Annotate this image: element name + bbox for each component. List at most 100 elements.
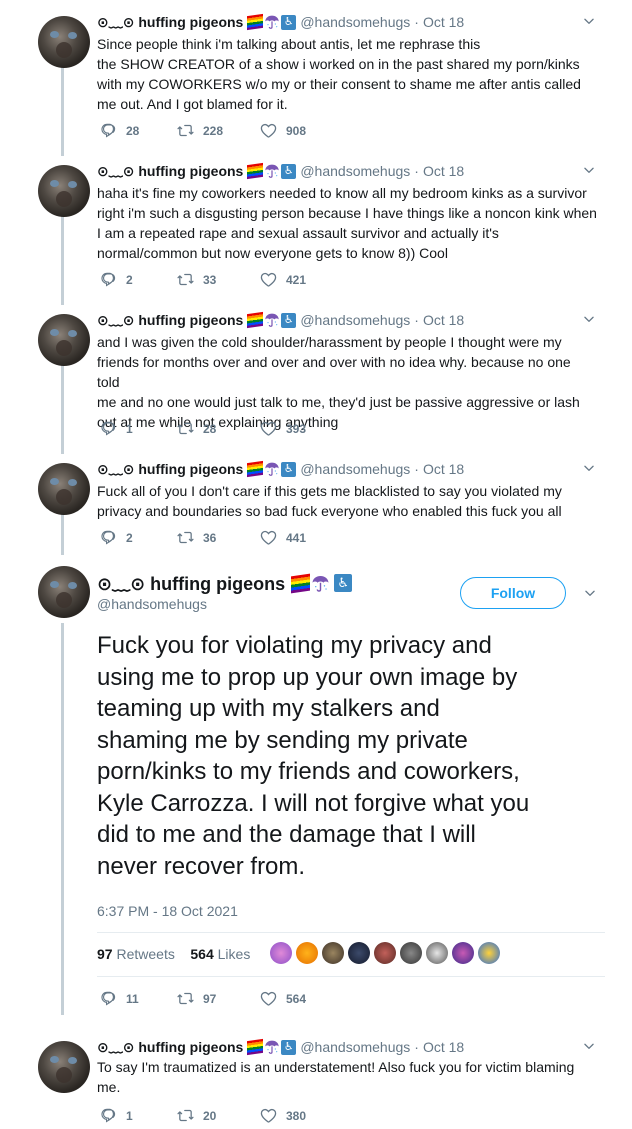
tweet-actions: 2 36 441 bbox=[100, 529, 360, 549]
tweet-date[interactable]: Oct 18 bbox=[423, 1039, 464, 1055]
separator-dot: · bbox=[414, 163, 419, 179]
reply-icon bbox=[100, 271, 117, 288]
tweet-header: ⊙﹏⊙ huffing pigeons ♿ @handsomehugs · Oc… bbox=[97, 161, 464, 181]
reply-icon bbox=[100, 1107, 117, 1124]
like-button[interactable]: 441 bbox=[260, 529, 306, 546]
chevron-down-icon[interactable] bbox=[582, 312, 596, 326]
retweet-button[interactable]: 20 bbox=[177, 1107, 216, 1124]
rainbow-flag-icon bbox=[247, 460, 264, 478]
retweet-icon bbox=[177, 420, 194, 437]
rainbow-flag-icon bbox=[247, 162, 264, 180]
handle[interactable]: @handsomehugs bbox=[300, 14, 410, 30]
reply-button[interactable]: 11 bbox=[100, 990, 139, 1007]
liker-avatar[interactable] bbox=[348, 942, 370, 964]
liker-avatar[interactable] bbox=[478, 942, 500, 964]
liker-avatar[interactable] bbox=[374, 942, 396, 964]
liker-avatar[interactable] bbox=[452, 942, 474, 964]
chevron-down-icon[interactable] bbox=[582, 163, 596, 177]
wheelchair-icon: ♿ bbox=[281, 1039, 297, 1055]
umbrella-icon bbox=[264, 312, 280, 328]
tweet-text: Since people think i'm talking about ant… bbox=[97, 36, 581, 112]
avatar[interactable] bbox=[38, 16, 90, 68]
tweet-date[interactable]: Oct 18 bbox=[423, 461, 464, 477]
handle[interactable]: @handsomehugs bbox=[97, 596, 207, 612]
rainbow-flag-icon bbox=[247, 311, 264, 329]
tweet-actions: 2 33 421 bbox=[100, 271, 360, 291]
thread-line bbox=[61, 66, 64, 156]
retweet-button[interactable]: 33 bbox=[177, 271, 216, 288]
like-button[interactable]: 908 bbox=[260, 122, 306, 139]
chevron-down-icon[interactable] bbox=[582, 461, 596, 475]
tweet-timestamp[interactable]: 6:37 PM - 18 Oct 2021 bbox=[97, 903, 238, 919]
liker-avatar[interactable] bbox=[296, 942, 318, 964]
retweet-button[interactable]: 28 bbox=[177, 420, 216, 437]
handle[interactable]: @handsomehugs bbox=[300, 312, 410, 328]
handle[interactable]: @handsomehugs bbox=[300, 461, 410, 477]
retweet-icon bbox=[177, 122, 194, 139]
retweet-icon bbox=[177, 1107, 194, 1124]
tweet-text: haha it's fine my coworkers needed to kn… bbox=[97, 185, 597, 261]
chevron-down-icon[interactable] bbox=[582, 1039, 596, 1053]
divider bbox=[97, 932, 605, 933]
avatar[interactable] bbox=[38, 314, 90, 366]
reply-button[interactable]: 1 bbox=[100, 1107, 133, 1124]
wheelchair-icon: ♿ bbox=[281, 461, 297, 477]
handle[interactable]: @handsomehugs bbox=[300, 163, 410, 179]
likes-stat[interactable]: 564 Likes bbox=[190, 946, 250, 962]
tweet-text: To say I'm traumatized is an understatem… bbox=[97, 1059, 575, 1095]
name-emoji: ♿ bbox=[247, 311, 297, 329]
like-button[interactable]: 393 bbox=[260, 420, 306, 437]
retweet-button[interactable]: 97 bbox=[177, 990, 216, 1007]
tweet-actions: 11 97 564 bbox=[100, 990, 360, 1010]
like-button[interactable]: 564 bbox=[260, 990, 306, 1007]
retweet-button[interactable]: 36 bbox=[177, 529, 216, 546]
liker-avatar[interactable] bbox=[426, 942, 448, 964]
like-button[interactable]: 421 bbox=[260, 271, 306, 288]
umbrella-icon bbox=[311, 574, 330, 593]
separator-dot: · bbox=[414, 461, 419, 477]
display-name[interactable]: ⊙﹏⊙ huffing pigeons bbox=[97, 1037, 243, 1057]
chevron-down-icon[interactable] bbox=[583, 586, 597, 600]
display-name[interactable]: ⊙﹏⊙ huffing pigeons bbox=[97, 570, 285, 596]
reply-button[interactable]: 2 bbox=[100, 271, 133, 288]
tweet-date[interactable]: Oct 18 bbox=[423, 312, 464, 328]
wheelchair-icon: ♿ bbox=[281, 163, 297, 179]
tweet-header: ⊙﹏⊙ huffing pigeons ♿ @handsomehugs · Oc… bbox=[97, 1037, 464, 1057]
reply-button[interactable]: 2 bbox=[100, 529, 133, 546]
liker-avatar[interactable] bbox=[270, 942, 292, 964]
thread-line bbox=[61, 513, 64, 555]
tweet-header: ⊙﹏⊙ huffing pigeons ♿ @handsomehugs · Oc… bbox=[97, 459, 464, 479]
wheelchair-icon: ♿ bbox=[281, 14, 297, 30]
handle[interactable]: @handsomehugs bbox=[300, 1039, 410, 1055]
avatar[interactable] bbox=[38, 165, 90, 217]
retweets-stat[interactable]: 97 Retweets bbox=[97, 946, 175, 962]
rainbow-flag-icon bbox=[291, 573, 311, 593]
retweet-button[interactable]: 228 bbox=[177, 122, 223, 139]
name-emoji: ♿ bbox=[247, 162, 297, 180]
avatar[interactable] bbox=[38, 566, 90, 618]
display-name[interactable]: ⊙﹏⊙ huffing pigeons bbox=[97, 161, 243, 181]
thread-line bbox=[61, 623, 64, 1015]
name-emoji: ♿ bbox=[247, 460, 297, 478]
tweet-text: and I was given the cold shoulder/harass… bbox=[97, 334, 580, 430]
reply-button[interactable]: 1 bbox=[100, 420, 133, 437]
avatar[interactable] bbox=[38, 463, 90, 515]
separator-dot: · bbox=[414, 312, 419, 328]
follow-button[interactable]: Follow bbox=[460, 577, 566, 609]
like-icon bbox=[260, 420, 277, 437]
reply-button[interactable]: 28 bbox=[100, 122, 139, 139]
name-emoji: ♿ bbox=[291, 573, 353, 593]
liker-avatars bbox=[270, 942, 500, 964]
liker-avatar[interactable] bbox=[400, 942, 422, 964]
chevron-down-icon[interactable] bbox=[582, 14, 596, 28]
display-name[interactable]: ⊙﹏⊙ huffing pigeons bbox=[97, 12, 243, 32]
like-button[interactable]: 380 bbox=[260, 1107, 306, 1124]
display-name[interactable]: ⊙﹏⊙ huffing pigeons bbox=[97, 310, 243, 330]
avatar[interactable] bbox=[38, 1041, 90, 1093]
tweet-date[interactable]: Oct 18 bbox=[423, 14, 464, 30]
like-icon bbox=[260, 990, 277, 1007]
tweet-date[interactable]: Oct 18 bbox=[423, 163, 464, 179]
display-name[interactable]: ⊙﹏⊙ huffing pigeons bbox=[97, 459, 243, 479]
thread-line bbox=[61, 215, 64, 305]
liker-avatar[interactable] bbox=[322, 942, 344, 964]
